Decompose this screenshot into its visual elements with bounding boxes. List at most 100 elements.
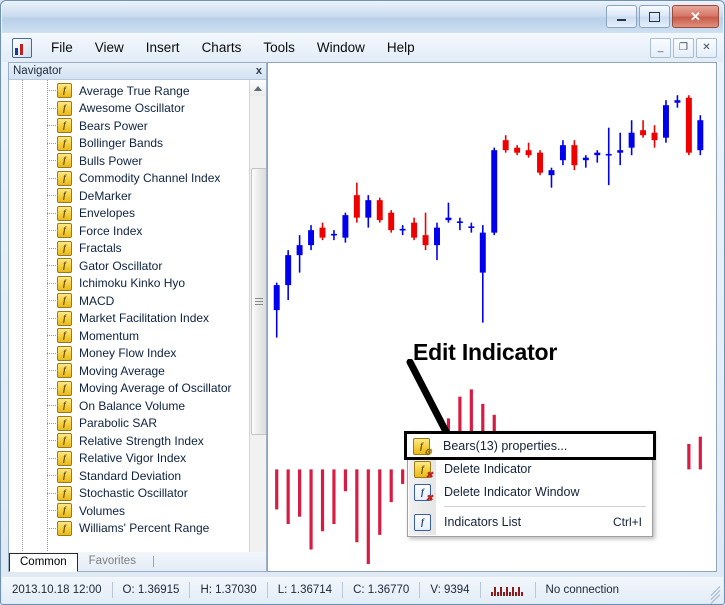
tab-favorites[interactable]: Favorites (78, 552, 147, 571)
tree-item[interactable]: f Moving Average (9, 362, 249, 380)
tree-item-label: Commodity Channel Index (79, 171, 221, 186)
fx-indicator-icon: f (57, 170, 72, 186)
minimize-button[interactable] (606, 5, 637, 28)
mt4-application-window: ✕ File View Insert Charts Tools Window H… (0, 0, 725, 605)
resize-grip[interactable] (707, 584, 721, 604)
menu-item-properties[interactable]: f ⚙ Bears(13) properties... (404, 431, 656, 460)
fx-indicator-icon: f (57, 345, 72, 361)
tree-elbow (47, 317, 58, 319)
tree-item[interactable]: f Market Facilitation Index (9, 310, 249, 328)
tree-item[interactable]: f On Balance Volume (9, 397, 249, 415)
close-button[interactable]: ✕ (672, 5, 719, 28)
menu-charts[interactable]: Charts (191, 36, 253, 59)
status-datetime: 2013.10.18 12:00 (2, 582, 113, 598)
fx-indicator-icon: f (57, 398, 72, 414)
chart-app-icon (12, 37, 32, 58)
status-high: H: 1.37030 (190, 582, 268, 598)
scrollbar-grip (255, 297, 263, 306)
fx-indicator-icon: f (57, 293, 72, 309)
tree-item-label: Awesome Oscillator (79, 101, 185, 116)
tree-item-label: Average True Range (79, 83, 190, 98)
navigator-title-label: Navigator (13, 65, 63, 77)
menu-item-delete-indicator-window[interactable]: f ✖ Delete Indicator Window (408, 480, 652, 503)
tree-item[interactable]: f Volumes (9, 502, 249, 520)
tree-item[interactable]: f Momentum (9, 327, 249, 345)
tree-item[interactable]: f Fractals (9, 240, 249, 258)
tree-item[interactable]: f Envelopes (9, 205, 249, 223)
tab-common[interactable]: Common (9, 553, 78, 572)
indicators-list-icon: f (414, 514, 431, 531)
tree-elbow (47, 457, 58, 459)
tree-item[interactable]: f Force Index (9, 222, 249, 240)
tree-elbow (47, 195, 58, 196)
status-low: L: 1.36714 (268, 582, 344, 598)
mdi-close-button[interactable]: ✕ (696, 37, 717, 58)
fx-indicator-icon: f (57, 468, 72, 484)
fx-indicator-icon: f (57, 363, 72, 379)
menu-tools[interactable]: Tools (252, 36, 306, 59)
close-x-icon: ✖ (425, 493, 433, 503)
tree-item[interactable]: f Bears Power (9, 117, 249, 135)
tree-item-label: Market Facilitation Index (79, 311, 210, 326)
scroll-up-button[interactable] (250, 80, 266, 96)
menu-file[interactable]: File (40, 36, 84, 59)
tree-item[interactable]: f Average True Range (9, 82, 249, 100)
tree-item[interactable]: f MACD (9, 292, 249, 310)
window-controls: ✕ (606, 5, 719, 28)
tree-item[interactable]: f Commodity Channel Index (9, 170, 249, 188)
signal-strength-icon (490, 585, 523, 596)
chevron-up-icon (254, 85, 262, 91)
menu-item-delete-indicator-window-label: Delete Indicator Window (444, 484, 580, 499)
tree-item[interactable]: f Bulls Power (9, 152, 249, 170)
menu-view[interactable]: View (84, 36, 135, 59)
tree-item[interactable]: f Gator Oscillator (9, 257, 249, 275)
tree-elbow (47, 125, 58, 126)
tree-item[interactable]: f Ichimoku Kinko Hyo (9, 275, 249, 293)
fx-indicator-icon: f (57, 118, 72, 134)
tree-item-label: Ichimoku Kinko Hyo (79, 276, 186, 291)
fx-indicator-icon: f (57, 188, 72, 204)
tree-item-label: Moving Average of Oscillator (79, 381, 232, 396)
tree-item[interactable]: f Moving Average of Oscillator (9, 380, 249, 398)
tree-elbow (47, 142, 58, 144)
menu-window[interactable]: Window (306, 36, 376, 59)
navigator-close-icon[interactable]: x (256, 64, 262, 78)
fx-delete-window-icon: f ✖ (414, 484, 433, 503)
tree-item[interactable]: f Parabolic SAR (9, 415, 249, 433)
tree-item[interactable]: f Awesome Oscillator (9, 100, 249, 118)
menu-help[interactable]: Help (376, 36, 426, 59)
fx-indicator-icon: f (57, 310, 72, 326)
tree-elbow (47, 387, 58, 389)
tree-item-label: Bulls Power (79, 153, 143, 168)
status-connection[interactable] (481, 582, 536, 598)
fx-delete-icon: f ✖ (414, 461, 433, 480)
title-bar: ✕ (2, 2, 723, 33)
tree-elbow (47, 107, 58, 109)
mdi-restore-button[interactable]: ❐ (673, 37, 694, 58)
maximize-button[interactable] (639, 5, 670, 28)
mdi-minimize-button[interactable]: _ (650, 37, 671, 58)
tree-item[interactable]: f Relative Vigor Index (9, 450, 249, 468)
status-close: C: 1.36770 (343, 582, 421, 598)
fx-indicator-icon: f (57, 83, 72, 99)
scrollbar-thumb[interactable] (251, 168, 266, 435)
tree-item[interactable]: f Williams' Percent Range (9, 520, 249, 538)
navigator-scrollbar[interactable] (249, 80, 266, 571)
tree-item[interactable]: f Bollinger Bands (9, 135, 249, 153)
menu-item-indicators-list[interactable]: f Indicators List Ctrl+I (408, 510, 652, 533)
tree-elbow (47, 370, 58, 371)
tree-item[interactable]: f Relative Strength Index (9, 432, 249, 450)
tree-item[interactable]: f Money Flow Index (9, 345, 249, 363)
tree-item[interactable]: f Stochastic Oscillator (9, 485, 249, 503)
indicator-tree[interactable]: f Average True Range f Awesome Oscillator f B… (9, 80, 249, 571)
fx-indicator-icon: f (57, 328, 72, 344)
tree-item[interactable]: f DeMarker (9, 187, 249, 205)
tree-item[interactable]: f Standard Deviation (9, 467, 249, 485)
menu-item-delete-indicator[interactable]: f ✖ Delete Indicator (408, 457, 652, 480)
menu-item-indicators-list-label: Indicators List (444, 514, 522, 529)
menu-insert[interactable]: Insert (135, 36, 191, 59)
tree-elbow (47, 300, 58, 301)
fx-indicator-icon: f (57, 258, 72, 274)
tree-item-label: MACD (79, 293, 115, 308)
fx-properties-icon: f ⚙ (413, 438, 432, 457)
